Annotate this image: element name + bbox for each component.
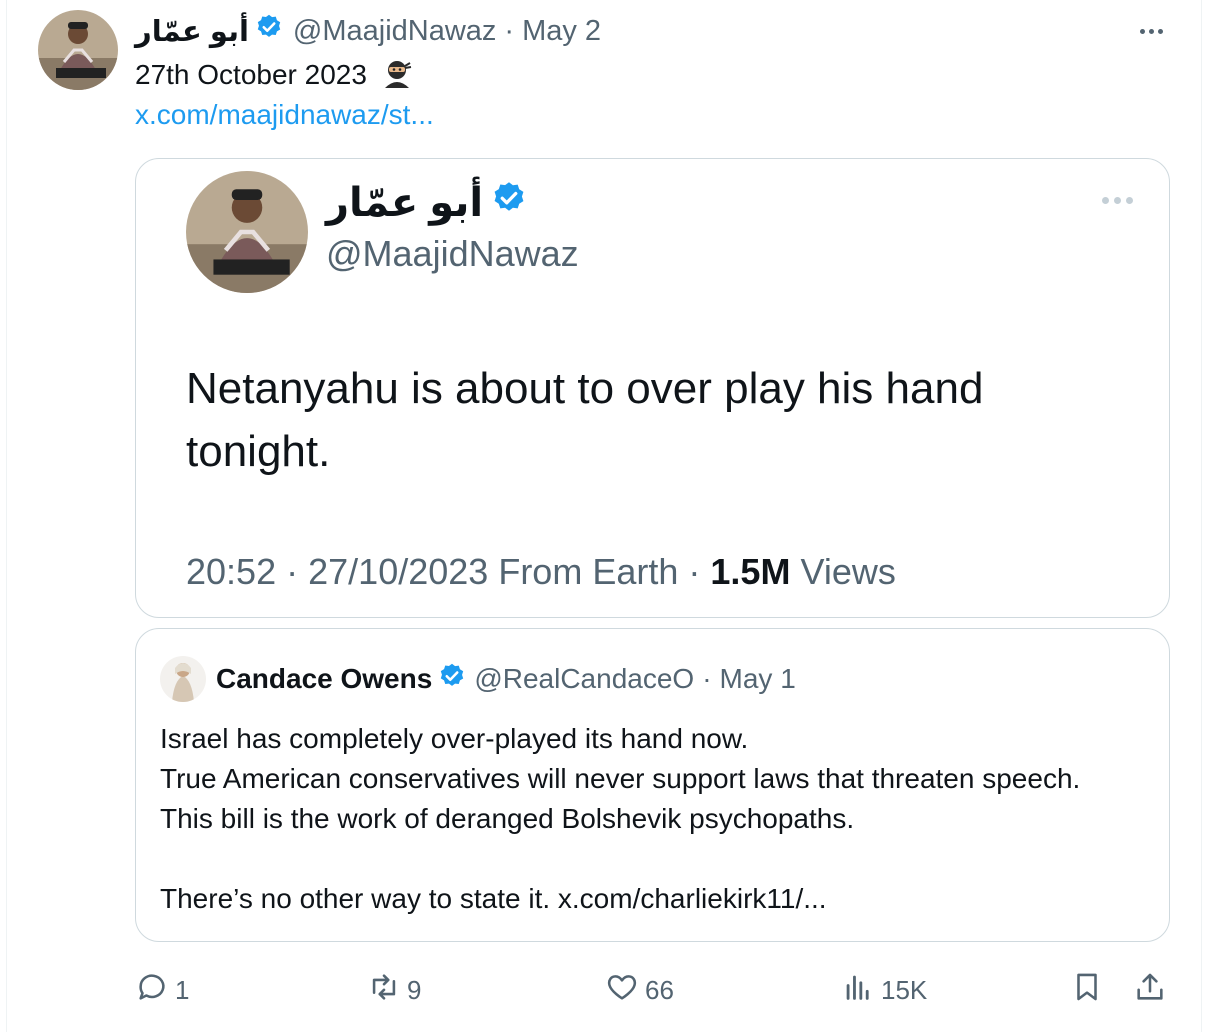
quoted-tweet[interactable]: Candace Owens @RealCandaceO · May 1 Isra…	[135, 628, 1170, 942]
embedded-tweet-meta: 20:52 · 27/10/2023 From Earth · 1.5M Vie…	[186, 551, 896, 593]
quoted-author-handle[interactable]: @RealCandaceO	[474, 663, 694, 695]
embedded-source: From Earth	[498, 551, 679, 592]
quoted-date[interactable]: May 1	[720, 663, 796, 695]
more-options-icon[interactable]	[1134, 20, 1168, 42]
quoted-author-name[interactable]: Candace Owens	[216, 663, 432, 695]
embedded-author-handle: @MaajidNawaz	[326, 233, 579, 274]
embedded-author-name: أبو عمّار	[326, 181, 484, 225]
meta-separator: ·	[286, 551, 299, 592]
post-text: 27th October 2023	[135, 56, 413, 100]
heart-icon	[605, 970, 639, 1011]
reply-button[interactable]: 1	[135, 968, 189, 1012]
analytics-icon	[841, 970, 875, 1011]
quoted-tweet-header: Candace Owens @RealCandaceO · May 1	[160, 656, 796, 702]
post-date[interactable]: May 2	[522, 15, 601, 48]
quoted-line-1: Israel has completely over-played its ha…	[160, 723, 749, 754]
repost-button[interactable]: 9	[367, 968, 421, 1012]
embedded-views-count: 1.5M	[710, 551, 791, 592]
quoted-author-avatar[interactable]	[160, 656, 206, 702]
action-bar: 1 9 66 15K	[135, 968, 1175, 1012]
embedded-date: 27/10/2023	[308, 551, 489, 592]
meta-separator: ·	[688, 551, 701, 592]
reply-icon	[135, 970, 169, 1011]
embedded-time: 20:52	[186, 551, 277, 592]
views-button[interactable]: 15K	[841, 968, 927, 1012]
post-header: أبو عمّار @MaajidNawaz · May 2	[135, 12, 601, 50]
quoted-verified-badge-icon	[438, 662, 466, 697]
quoted-line-3: There’s no other way to state it. x.com/…	[160, 883, 827, 914]
embedded-author-name-row: أبو عمّار	[326, 173, 527, 233]
views-count: 15K	[881, 974, 928, 1005]
bookmark-icon	[1070, 970, 1104, 1011]
embedded-tweet-image[interactable]: أبو عمّار @MaajidNawaz Netanyahu is abou…	[135, 158, 1170, 618]
like-count: 66	[645, 974, 674, 1005]
bookmark-button[interactable]	[1070, 968, 1104, 1012]
author-handle[interactable]: @MaajidNawaz	[293, 15, 497, 48]
ninja-emoji-icon	[381, 58, 413, 100]
post-text-content: 27th October 2023	[135, 59, 367, 90]
like-button[interactable]: 66	[605, 968, 674, 1012]
post-link[interactable]: x.com/maajidnawaz/st...	[135, 96, 434, 134]
embedded-author-avatar	[186, 171, 308, 293]
embedded-views-label: Views	[800, 551, 896, 592]
verified-badge-icon	[255, 13, 283, 49]
separator-dot: ·	[702, 663, 712, 694]
reply-count: 1	[175, 974, 190, 1005]
quoted-line-2: True American conservatives will never s…	[160, 763, 1081, 834]
quoted-tweet-body: Israel has completely over-played its ha…	[160, 719, 1140, 919]
embedded-tweet-text: Netanyahu is about to over play his hand…	[186, 364, 984, 476]
share-button[interactable]	[1133, 968, 1167, 1012]
repost-count: 9	[407, 974, 422, 1005]
author-name[interactable]: أبو عمّار	[135, 14, 249, 49]
share-icon	[1133, 970, 1167, 1011]
author-avatar[interactable]	[38, 10, 118, 90]
embedded-verified-badge-icon	[491, 180, 527, 226]
repost-icon	[367, 970, 401, 1011]
separator-dot: ·	[504, 14, 515, 47]
embedded-more-icon	[1102, 197, 1133, 204]
